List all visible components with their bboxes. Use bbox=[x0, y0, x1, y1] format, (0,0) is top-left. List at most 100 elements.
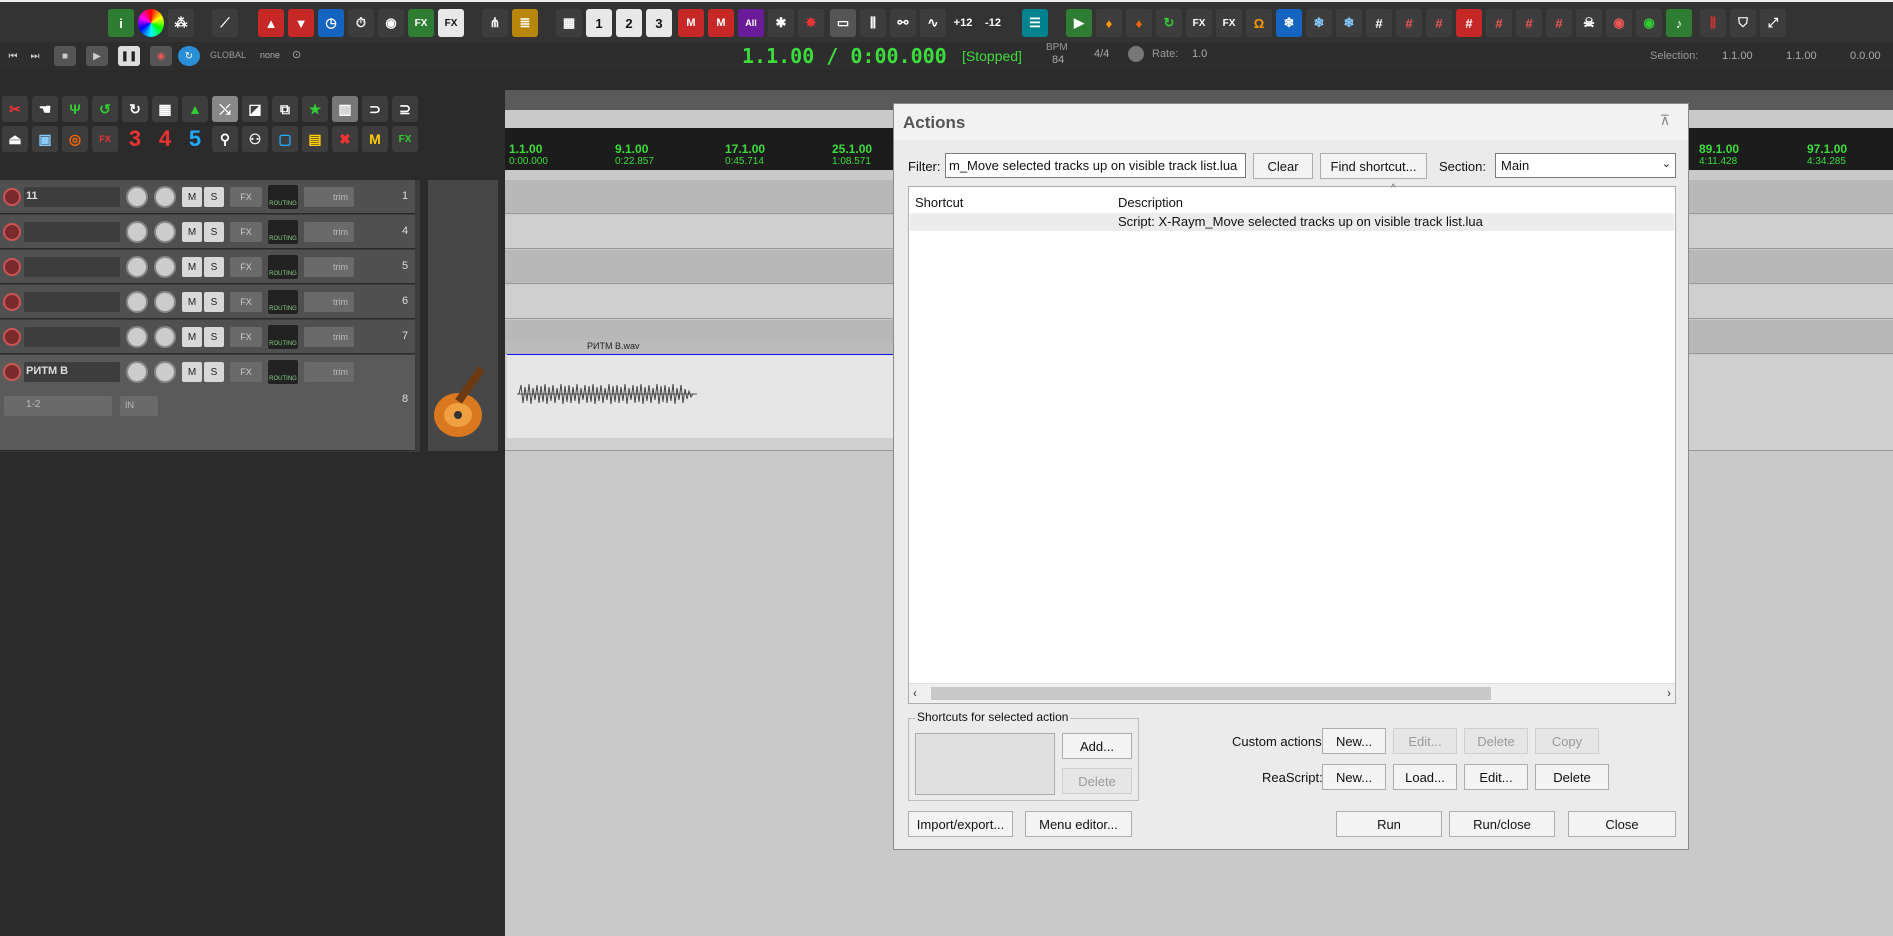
hash1-icon[interactable]: # bbox=[1396, 9, 1422, 37]
reascript-new-button[interactable]: New... bbox=[1322, 764, 1386, 790]
routing-button[interactable]: ROUTING bbox=[268, 185, 298, 209]
hash32-icon[interactable]: # bbox=[1516, 9, 1542, 37]
walk-icon[interactable]: ⚇ bbox=[242, 126, 268, 152]
bell-icon[interactable]: ♦ bbox=[1096, 9, 1122, 37]
solo-button[interactable]: S bbox=[204, 257, 224, 277]
track-name[interactable] bbox=[24, 257, 120, 277]
scroll-left-icon[interactable]: ‹ bbox=[913, 686, 917, 700]
fx-button[interactable]: FX bbox=[230, 222, 262, 242]
track-row[interactable]: M S FX ROUTING trim 7 bbox=[0, 320, 498, 414]
snowflake-icon[interactable]: ❄ bbox=[1276, 9, 1302, 37]
reascript-delete-button[interactable]: Delete bbox=[1535, 764, 1609, 790]
hash64-icon[interactable]: # bbox=[1546, 9, 1572, 37]
tuning-fork-icon[interactable]: Ψ bbox=[62, 96, 88, 122]
volume-knob[interactable] bbox=[126, 186, 148, 208]
solo-button[interactable]: S bbox=[204, 327, 224, 347]
io-selector[interactable]: 1-2 bbox=[4, 396, 112, 416]
track-name[interactable] bbox=[24, 292, 120, 312]
trim-button[interactable]: trim bbox=[304, 222, 354, 242]
solo-button[interactable]: S bbox=[204, 187, 224, 207]
envelope-lock-icon[interactable]: ◪ bbox=[242, 96, 268, 122]
star-x-icon[interactable]: ✱ bbox=[768, 9, 794, 37]
actions-list[interactable]: Shortcut Description ^ Script: X-Raym_Mo… bbox=[908, 183, 1676, 704]
mute-button[interactable]: M bbox=[182, 362, 202, 382]
fx-send-icon[interactable]: FX bbox=[1186, 9, 1212, 37]
hash8-icon[interactable]: # bbox=[1456, 9, 1482, 37]
mute-button[interactable]: M bbox=[182, 187, 202, 207]
record-arm-button[interactable] bbox=[3, 223, 21, 241]
color-wheel-icon[interactable] bbox=[138, 9, 164, 37]
eye-icon[interactable]: ◉ bbox=[378, 9, 404, 37]
go-start-button[interactable]: ⏮ bbox=[2, 46, 24, 66]
time-signature[interactable]: 4/4 bbox=[1094, 48, 1109, 60]
run-close-button[interactable]: Run/close bbox=[1449, 811, 1555, 837]
filter-input[interactable]: m_Move selected tracks up on visible tra… bbox=[945, 153, 1246, 178]
skull-icon[interactable]: ☠ bbox=[1576, 9, 1602, 37]
get-3-icon[interactable]: 3 bbox=[646, 9, 672, 37]
custom-new-button[interactable]: New... bbox=[1322, 728, 1386, 754]
number-3-icon[interactable]: 3 bbox=[122, 126, 148, 152]
bpm-value[interactable]: 84 bbox=[1052, 54, 1064, 66]
media-item[interactable]: РИТМ В.wav bbox=[507, 341, 897, 438]
trim-button[interactable]: trim bbox=[304, 327, 354, 347]
menu-icon[interactable]: ☰ bbox=[1022, 9, 1048, 37]
go-end-button[interactable]: ⏭ bbox=[24, 46, 46, 66]
track-row-selected[interactable]: РИТМ В M S FX ROUTING trim 1-2 IN 8 bbox=[0, 355, 498, 451]
frame-icon[interactable]: ▢ bbox=[272, 126, 298, 152]
eye-red-icon[interactable]: ◉ bbox=[1606, 9, 1632, 37]
pan-knob[interactable] bbox=[154, 326, 176, 348]
clear-button[interactable]: Clear bbox=[1253, 153, 1313, 179]
routing-button[interactable]: ROUTING bbox=[268, 290, 298, 314]
track-name[interactable]: РИТМ В bbox=[24, 362, 120, 382]
hash16-icon[interactable]: # bbox=[1486, 9, 1512, 37]
fx-alt-icon[interactable]: FX bbox=[438, 9, 464, 37]
pin-icon[interactable]: ⊼ bbox=[1656, 112, 1674, 130]
selection-length[interactable]: 0.0.00 bbox=[1850, 50, 1881, 62]
record-arm-button[interactable] bbox=[3, 258, 21, 276]
snowflake2-icon[interactable]: ❄ bbox=[1306, 9, 1332, 37]
trim-button[interactable]: trim bbox=[304, 187, 354, 207]
redo-icon[interactable]: ↻ bbox=[122, 96, 148, 122]
reascript-edit-button[interactable]: Edit... bbox=[1464, 764, 1528, 790]
number-4-icon[interactable]: 4 bbox=[152, 126, 178, 152]
loop-link-icon[interactable]: ⊇ bbox=[392, 96, 418, 122]
solo-button[interactable]: S bbox=[204, 222, 224, 242]
bell-orange-icon[interactable]: ♦ bbox=[1126, 9, 1152, 37]
routing-button[interactable]: ROUTING bbox=[268, 360, 298, 384]
repeat-button[interactable]: ↻ bbox=[178, 46, 200, 66]
pan-knob[interactable] bbox=[154, 186, 176, 208]
trim-button[interactable]: trim bbox=[304, 362, 354, 382]
volume-knob[interactable] bbox=[126, 291, 148, 313]
add-shortcut-button[interactable]: Add... bbox=[1062, 733, 1132, 759]
star-icon[interactable]: ★ bbox=[302, 96, 328, 122]
loop-icon[interactable]: ↻ bbox=[1156, 9, 1182, 37]
reascript-load-button[interactable]: Load... bbox=[1393, 764, 1457, 790]
info-icon[interactable]: i bbox=[108, 9, 134, 37]
fx-button[interactable]: FX bbox=[230, 327, 262, 347]
wave-icon[interactable]: ∿ bbox=[920, 9, 946, 37]
record-arm-button[interactable] bbox=[3, 328, 21, 346]
figure-icon[interactable]: ⚲ bbox=[212, 126, 238, 152]
loop-point-icon[interactable]: ⊃ bbox=[362, 96, 388, 122]
trim-button[interactable]: trim bbox=[304, 292, 354, 312]
volume-knob[interactable] bbox=[126, 221, 148, 243]
get-2-icon[interactable]: 2 bbox=[616, 9, 642, 37]
expand-icon[interactable]: ⤢ bbox=[1760, 9, 1786, 37]
media-item-header[interactable]: РИТМ В.wav bbox=[507, 341, 897, 354]
menu-editor-button[interactable]: Menu editor... bbox=[1025, 811, 1132, 837]
burst-icon[interactable]: ✸ bbox=[798, 9, 824, 37]
column-header-shortcut[interactable]: Shortcut bbox=[915, 195, 963, 210]
timer-icon[interactable]: ⏱ bbox=[348, 9, 374, 37]
pan-knob[interactable] bbox=[154, 291, 176, 313]
input-button[interactable]: IN bbox=[120, 396, 158, 416]
link-icon[interactable]: ⚯ bbox=[890, 9, 916, 37]
section-select[interactable]: Main ⌄ bbox=[1495, 153, 1676, 178]
shortcut-list[interactable] bbox=[915, 733, 1055, 795]
selection-start[interactable]: 1.1.00 bbox=[1722, 50, 1753, 62]
clock-icon[interactable]: ◷ bbox=[318, 9, 344, 37]
hash-icon[interactable]: # bbox=[1366, 9, 1392, 37]
stop-button[interactable]: ■ bbox=[54, 46, 76, 66]
fx-icon[interactable]: FX bbox=[408, 9, 434, 37]
eye-green-icon[interactable]: ◉ bbox=[1636, 9, 1662, 37]
horseshoe-icon[interactable]: Ω bbox=[1246, 9, 1272, 37]
